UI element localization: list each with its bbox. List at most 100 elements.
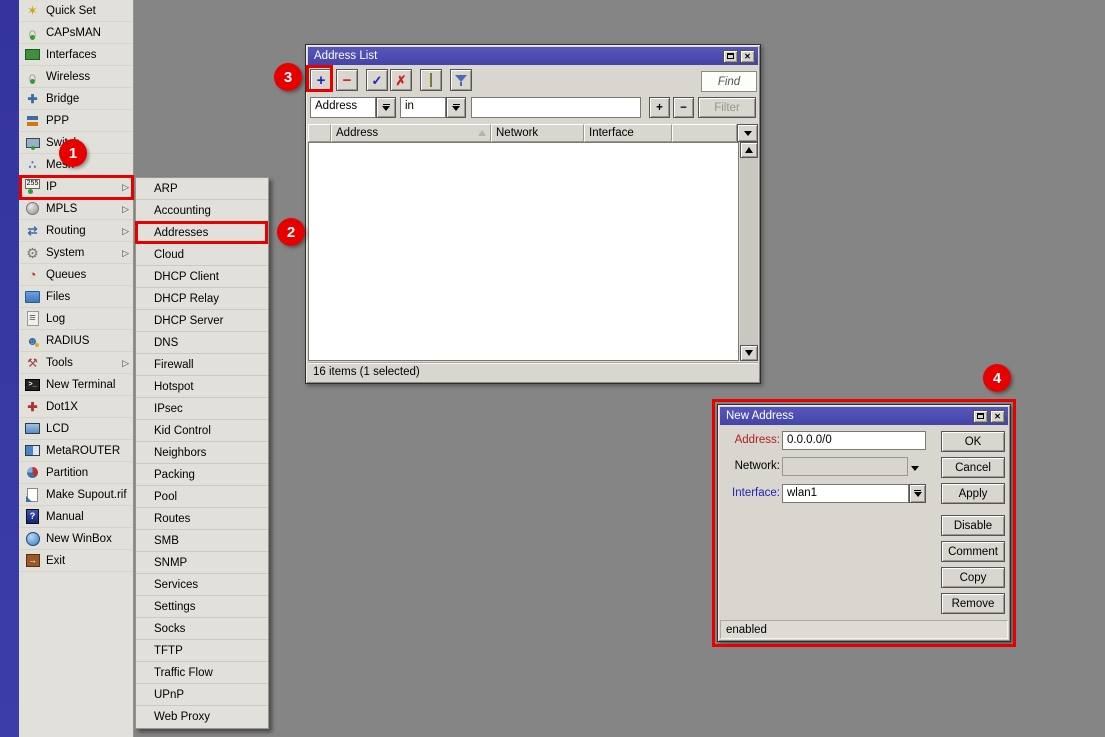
submenu-item-traffic-flow[interactable]: Traffic Flow (136, 662, 268, 684)
submenu-item-addresses[interactable]: Addresses (136, 222, 268, 244)
filter-value-input[interactable] (471, 97, 641, 118)
interface-dropdown-button[interactable] (909, 484, 926, 503)
column-header-spacer[interactable] (308, 124, 331, 142)
apply-button[interactable]: Apply (941, 483, 1005, 504)
filter-remove-button[interactable]: − (673, 97, 694, 118)
filter-operator-dropdown-button[interactable] (446, 97, 466, 118)
submenu-item-dhcp-client[interactable]: DHCP Client (136, 266, 268, 288)
remove-button[interactable]: Remove (941, 593, 1005, 614)
address-list-titlebar[interactable]: Address List (308, 47, 758, 65)
find-button[interactable]: Find (701, 71, 757, 92)
network-dropdown-icon[interactable] (911, 462, 919, 474)
close-button[interactable] (990, 410, 1005, 423)
cancel-button[interactable]: Cancel (941, 457, 1005, 478)
address-list-body[interactable] (308, 142, 739, 361)
sidebar-item-radius[interactable]: RADIUS (19, 330, 133, 352)
submenu-item-upnp[interactable]: UPnP (136, 684, 268, 706)
address-input[interactable]: 0.0.0.0/0 (782, 431, 926, 450)
sidebar-item-lcd[interactable]: LCD (19, 418, 133, 440)
maximize-button[interactable] (973, 410, 988, 423)
submenu-item-web-proxy[interactable]: Web Proxy (136, 706, 268, 728)
submenu-item-routes[interactable]: Routes (136, 508, 268, 530)
network-field-label: Network: (722, 457, 780, 476)
sidebar-item-capsman[interactable]: CAPsMAN (19, 22, 133, 44)
copy-button[interactable]: Copy (941, 567, 1005, 588)
sidebar-item-system[interactable]: System (19, 242, 133, 264)
submenu-item-label: Pool (154, 491, 177, 503)
sidebar-item-partition[interactable]: Partition (19, 462, 133, 484)
remove-address-button[interactable]: − (336, 69, 358, 91)
submenu-item-label: SNMP (154, 557, 187, 569)
filter-toggle-button[interactable] (450, 69, 472, 91)
submenu-item-socks[interactable]: Socks (136, 618, 268, 640)
filter-add-button[interactable]: + (649, 97, 670, 118)
network-input[interactable] (782, 457, 908, 476)
chevron-down-icon (452, 104, 460, 111)
submenu-item-arp[interactable]: ARP (136, 178, 268, 200)
sidebar-item-dot1x[interactable]: Dot1X (19, 396, 133, 418)
column-selector-button[interactable] (737, 124, 758, 142)
enable-address-button[interactable]: ✓ (366, 69, 388, 91)
submenu-item-label: Firewall (154, 359, 194, 371)
submenu-item-dhcp-server[interactable]: DHCP Server (136, 310, 268, 332)
maximize-button[interactable] (723, 50, 738, 63)
submenu-item-tftp[interactable]: TFTP (136, 640, 268, 662)
scroll-up-button[interactable] (740, 142, 758, 158)
system-gear-icon (25, 245, 40, 260)
submenu-item-services[interactable]: Services (136, 574, 268, 596)
sidebar-item-new-winbox[interactable]: New WinBox (19, 528, 133, 550)
sidebar-item-bridge[interactable]: Bridge (19, 88, 133, 110)
sidebar-item-mpls[interactable]: MPLS (19, 198, 133, 220)
comment-address-button[interactable] (420, 69, 442, 91)
sidebar-item-quick-set[interactable]: Quick Set (19, 0, 133, 22)
submenu-item-cloud[interactable]: Cloud (136, 244, 268, 266)
scroll-down-button[interactable] (740, 345, 758, 361)
submenu-item-firewall[interactable]: Firewall (136, 354, 268, 376)
sidebar-item-log[interactable]: Log (19, 308, 133, 330)
interface-input[interactable]: wlan1 (782, 484, 909, 503)
close-button[interactable] (740, 50, 755, 63)
filter-column-dropdown-button[interactable] (376, 97, 396, 118)
submenu-item-pool[interactable]: Pool (136, 486, 268, 508)
submenu-item-ipsec[interactable]: IPsec (136, 398, 268, 420)
sidebar-item-metarouter[interactable]: MetaROUTER (19, 440, 133, 462)
column-header-blank[interactable] (672, 124, 737, 142)
comment-button[interactable]: Comment (941, 541, 1005, 562)
submenu-item-dns[interactable]: DNS (136, 332, 268, 354)
submenu-item-kid-control[interactable]: Kid Control (136, 420, 268, 442)
column-header-network[interactable]: Network (491, 124, 584, 142)
filter-operator-select[interactable]: in (400, 97, 446, 118)
sidebar-item-files[interactable]: Files (19, 286, 133, 308)
disable-address-button[interactable]: ✗ (390, 69, 412, 91)
sidebar-item-queues[interactable]: Queues (19, 264, 133, 286)
new-address-dialog: New Address Address: 0.0.0.0/0 Network: … (717, 404, 1011, 642)
submenu-item-snmp[interactable]: SNMP (136, 552, 268, 574)
sidebar-item-ip[interactable]: 255IP (19, 176, 133, 198)
sidebar-item-ppp[interactable]: PPP (19, 110, 133, 132)
filter-apply-button[interactable]: Filter (698, 97, 756, 118)
submenu-item-packing[interactable]: Packing (136, 464, 268, 486)
column-header-address[interactable]: Address (331, 124, 491, 142)
add-address-button[interactable]: + (310, 69, 332, 91)
filter-column-select[interactable]: Address (310, 97, 376, 118)
submenu-item-smb[interactable]: SMB (136, 530, 268, 552)
sidebar-item-routing[interactable]: Routing (19, 220, 133, 242)
disable-button[interactable]: Disable (941, 515, 1005, 536)
new-address-titlebar[interactable]: New Address (720, 407, 1008, 425)
sidebar-item-interfaces[interactable]: Interfaces (19, 44, 133, 66)
ok-button[interactable]: OK (941, 431, 1005, 452)
sidebar-item-make-supout-rif[interactable]: Make Supout.rif (19, 484, 133, 506)
sidebar-item-new-terminal[interactable]: New Terminal (19, 374, 133, 396)
submenu-item-settings[interactable]: Settings (136, 596, 268, 618)
submenu-item-accounting[interactable]: Accounting (136, 200, 268, 222)
sidebar-item-label: Log (46, 313, 65, 325)
sidebar-item-exit[interactable]: Exit (19, 550, 133, 572)
submenu-item-hotspot[interactable]: Hotspot (136, 376, 268, 398)
submenu-item-neighbors[interactable]: Neighbors (136, 442, 268, 464)
submenu-item-dhcp-relay[interactable]: DHCP Relay (136, 288, 268, 310)
column-header-interface[interactable]: Interface (584, 124, 672, 142)
vertical-scrollbar[interactable] (740, 142, 758, 361)
sidebar-item-tools[interactable]: Tools (19, 352, 133, 374)
sidebar-item-wireless[interactable]: Wireless (19, 66, 133, 88)
sidebar-item-manual[interactable]: Manual (19, 506, 133, 528)
